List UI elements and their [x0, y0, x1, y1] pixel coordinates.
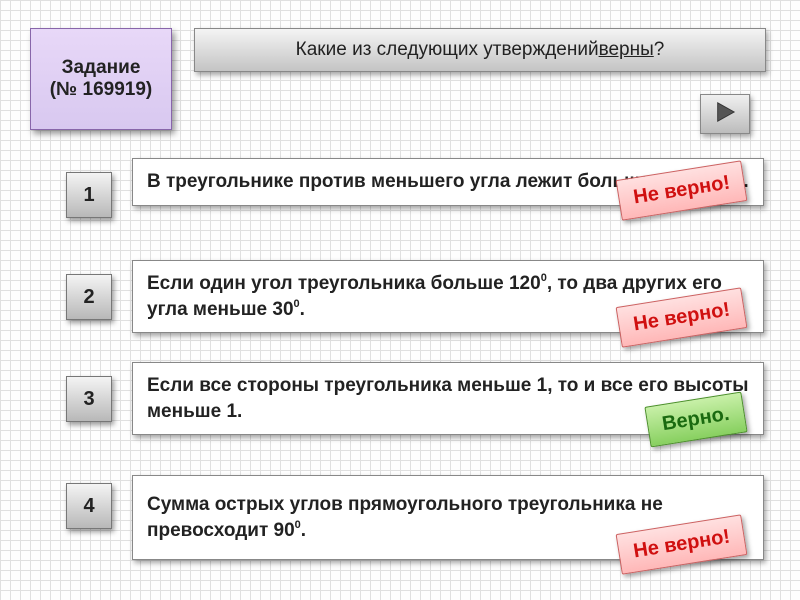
next-button[interactable] [700, 94, 750, 134]
option-number: 3 [83, 388, 94, 411]
statement-box: В треугольнике против меньшего угла лежи… [132, 158, 764, 206]
option-button-4[interactable]: 4 [66, 483, 112, 529]
statement-row: 4 Сумма острых углов прямоугольного треу… [66, 475, 766, 535]
statement-row: 3 Если все стороны треугольника меньше 1… [66, 362, 766, 432]
option-button-2[interactable]: 2 [66, 274, 112, 320]
option-button-1[interactable]: 1 [66, 172, 112, 218]
question-suffix: ? [654, 39, 665, 61]
result-stamp-right: Верно. [645, 392, 748, 448]
task-label: Задание [62, 57, 141, 79]
question-bar: Какие из следующих утверждений верны ? [194, 28, 766, 72]
statement-box: Если все стороны треугольника меньше 1, … [132, 362, 764, 435]
result-stamp-wrong: Не верно! [615, 160, 747, 220]
option-number: 2 [83, 286, 94, 309]
question-underline: верны [599, 39, 654, 61]
statement-box: Если один угол треугольника больше 1200,… [132, 260, 764, 333]
statement-row: 1 В треугольнике против меньшего угла ле… [66, 158, 766, 228]
result-stamp-wrong: Не верно! [615, 515, 747, 575]
statement-text: Сумма острых углов прямоугольного треуго… [147, 494, 663, 541]
option-number: 4 [83, 495, 94, 518]
task-box: Задание (№ 169919) [30, 28, 172, 130]
option-button-3[interactable]: 3 [66, 376, 112, 422]
question-prefix: Какие из следующих утверждений [296, 39, 599, 61]
statement-box: Сумма острых углов прямоугольного треуго… [132, 475, 764, 560]
task-number: (№ 169919) [50, 79, 153, 101]
result-stamp-wrong: Не верно! [615, 288, 747, 348]
statement-row: 2 Если один угол треугольника больше 120… [66, 260, 766, 330]
option-number: 1 [83, 184, 94, 207]
arrow-right-icon [714, 101, 736, 128]
